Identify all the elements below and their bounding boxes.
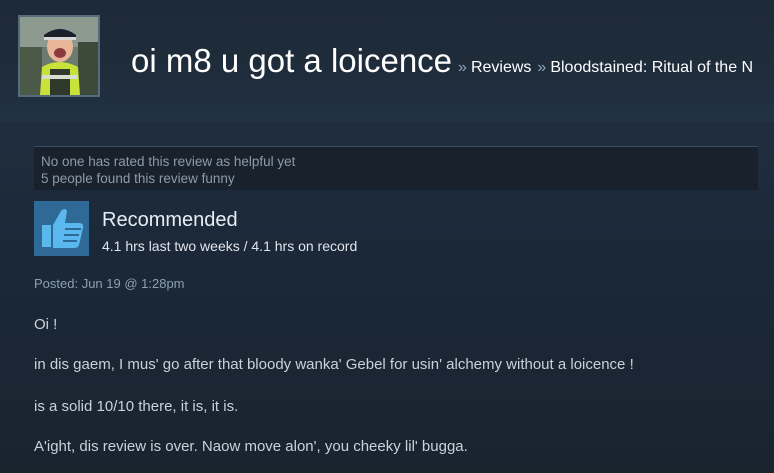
helpful-funny-text: 5 people found this review funny	[41, 171, 235, 186]
review-text-line: in dis gaem, I mus' go after that bloody…	[34, 356, 634, 373]
helpful-rated-text: No one has rated this review as helpful …	[41, 154, 296, 169]
review-text-line: is a solid 10/10 there, it is, it is.	[34, 398, 239, 415]
profile-avatar[interactable]	[18, 15, 100, 97]
breadcrumb-separator: »	[458, 59, 467, 76]
header-title-line: oi m8 u got a loicence» Reviews» Bloodstai…	[131, 42, 753, 80]
breadcrumb-reviews-link[interactable]: Reviews	[471, 59, 531, 76]
recommendation-thumb	[34, 201, 89, 256]
review-text-line: Oi !	[34, 316, 58, 333]
posted-date: Posted: Jun 19 @ 1:28pm	[34, 276, 185, 291]
review-text-line: A'ight, dis review is over. Naow move al…	[34, 438, 468, 455]
helpful-status-box: No one has rated this review as helpful …	[34, 146, 758, 190]
playtime-hours: 4.1 hrs last two weeks / 4.1 hrs on reco…	[102, 238, 358, 254]
thumbs-up-icon	[42, 209, 84, 248]
breadcrumb-separator: »	[537, 59, 547, 76]
recommendation-title: Recommended	[102, 209, 238, 231]
profile-header: oi m8 u got a loicence» Reviews» Bloodstai…	[0, 0, 774, 122]
breadcrumb-game-link[interactable]: Bloodstained: Ritual of the N	[550, 59, 753, 76]
persona-name-link[interactable]: oi m8 u got a loicence	[131, 42, 452, 79]
avatar-image	[20, 17, 98, 95]
